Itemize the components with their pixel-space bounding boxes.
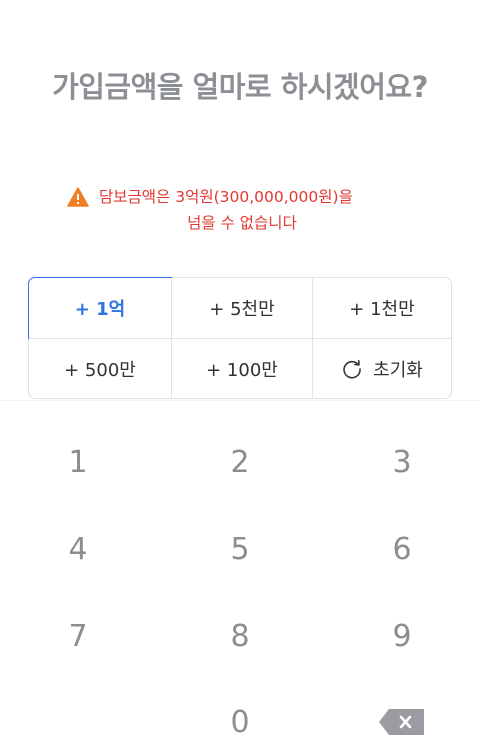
warning-message: 담보금액은 3억원(300,000,000원)을 넘을 수 없습니다 [60, 184, 420, 236]
keypad-divider [0, 400, 480, 401]
key-8[interactable]: 8 [180, 606, 300, 666]
key-5[interactable]: 5 [180, 519, 300, 579]
key-0[interactable]: 0 [180, 692, 300, 752]
add-50m-button[interactable]: + 5천만 [171, 278, 312, 338]
add-1m-button[interactable]: + 100만 [171, 338, 312, 398]
reset-label: 초기화 [373, 359, 423, 381]
backspace-icon [379, 709, 424, 735]
key-1[interactable]: 1 [18, 432, 138, 492]
add-5m-button[interactable]: + 500만 [29, 338, 171, 398]
add-10m-button[interactable]: + 1천만 [312, 278, 451, 338]
backspace-key[interactable] [342, 692, 462, 752]
key-2[interactable]: 2 [180, 432, 300, 492]
add-100m-button[interactable]: + 1억 [28, 277, 172, 339]
warning-text-line1: 담보금액은 3억원(300,000,000원)을 [99, 188, 353, 206]
warning-text-line2: 넘을 수 없습니다 [187, 214, 297, 232]
amount-button-grid: + 1억 + 5천만 + 1천만 + 500만 + 100만 초기화 [28, 277, 452, 399]
key-9[interactable]: 9 [342, 606, 462, 666]
key-4[interactable]: 4 [18, 519, 138, 579]
key-6[interactable]: 6 [342, 519, 462, 579]
key-7[interactable]: 7 [18, 606, 138, 666]
page-title: 가입금액을 얼마로 하시겠어요? [52, 70, 428, 104]
reset-icon [343, 359, 361, 378]
reset-button[interactable]: 초기화 [312, 338, 451, 398]
warning-icon [67, 187, 89, 207]
key-3[interactable]: 3 [342, 432, 462, 492]
